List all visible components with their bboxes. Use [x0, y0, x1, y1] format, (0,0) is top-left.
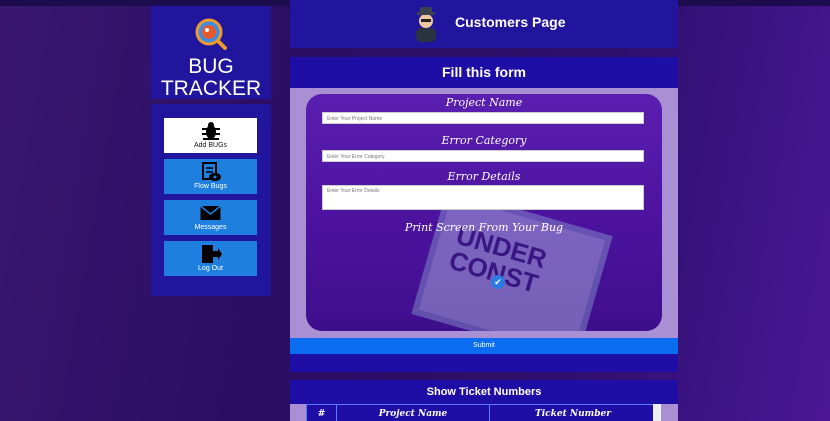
tickets-table-panel: # Project Name Ticket Number — [290, 404, 678, 421]
sidebar-item-messages[interactable]: Messages — [164, 200, 257, 235]
under-construction-sign-image: UNDER CONST — [411, 188, 613, 331]
submit-button[interactable]: Submit — [290, 338, 678, 354]
tickets-table: # Project Name Ticket Number — [306, 404, 657, 421]
document-eye-icon — [202, 162, 221, 181]
bug-form: UNDER CONST Project Name Enter Your Proje… — [290, 88, 678, 338]
spy-avatar-icon — [416, 7, 436, 42]
error-category-input[interactable]: Enter Your Error Category — [322, 150, 644, 162]
table-header-row: # Project Name Ticket Number — [306, 404, 657, 421]
print-screen-label: Print Screen From Your Bug — [404, 221, 564, 234]
column-header-ticket-number: Ticket Number — [489, 404, 657, 421]
error-category-label: Error Category — [441, 134, 527, 147]
envelope-icon — [200, 205, 221, 220]
logout-door-icon — [202, 245, 222, 263]
column-header-project-name: Project Name — [336, 404, 490, 421]
project-name-input[interactable]: Enter Your Project Name — [322, 112, 644, 124]
sidebar-item-label: Log Out — [198, 265, 223, 272]
brand-title-line1: BUG — [188, 55, 234, 78]
form-title: Fill this form — [290, 57, 678, 88]
sidebar-item-label: Add BUGs — [193, 142, 228, 149]
tickets-title: Show Ticket Numbers — [290, 380, 678, 404]
bug-icon — [202, 122, 220, 140]
sidebar-item-flow-bugs[interactable]: Flow Bugs — [164, 159, 257, 194]
error-details-label: Error Details — [447, 170, 521, 183]
sidebar-item-add-bugs[interactable]: Add BUGs — [164, 118, 257, 153]
sidebar-item-label: Flow Bugs — [194, 183, 227, 190]
sidebar-item-log-out[interactable]: Log Out — [164, 241, 257, 276]
sidebar-item-label: Messages — [194, 224, 227, 231]
table-scrollbar[interactable] — [653, 404, 661, 421]
form-footer — [290, 354, 678, 372]
page-header: Customers Page — [290, 0, 678, 48]
project-name-label: Project Name — [445, 96, 523, 109]
page-title: Customers Page — [455, 14, 566, 30]
brand-panel: BUG TRACKER — [151, 6, 271, 99]
column-header-number: # — [306, 404, 337, 421]
brand-title-line2: TRACKER — [160, 77, 262, 100]
bug-magnifier-logo-icon — [195, 18, 227, 50]
sidebar: Add BUGs Flow Bugs Messages Log Out — [151, 104, 271, 296]
form-panel: UNDER CONST Project Name Enter Your Proje… — [306, 94, 662, 331]
file-upload-check-icon[interactable]: ✔ — [491, 275, 505, 289]
error-details-textarea[interactable]: Enter Your Error Details — [322, 185, 644, 210]
